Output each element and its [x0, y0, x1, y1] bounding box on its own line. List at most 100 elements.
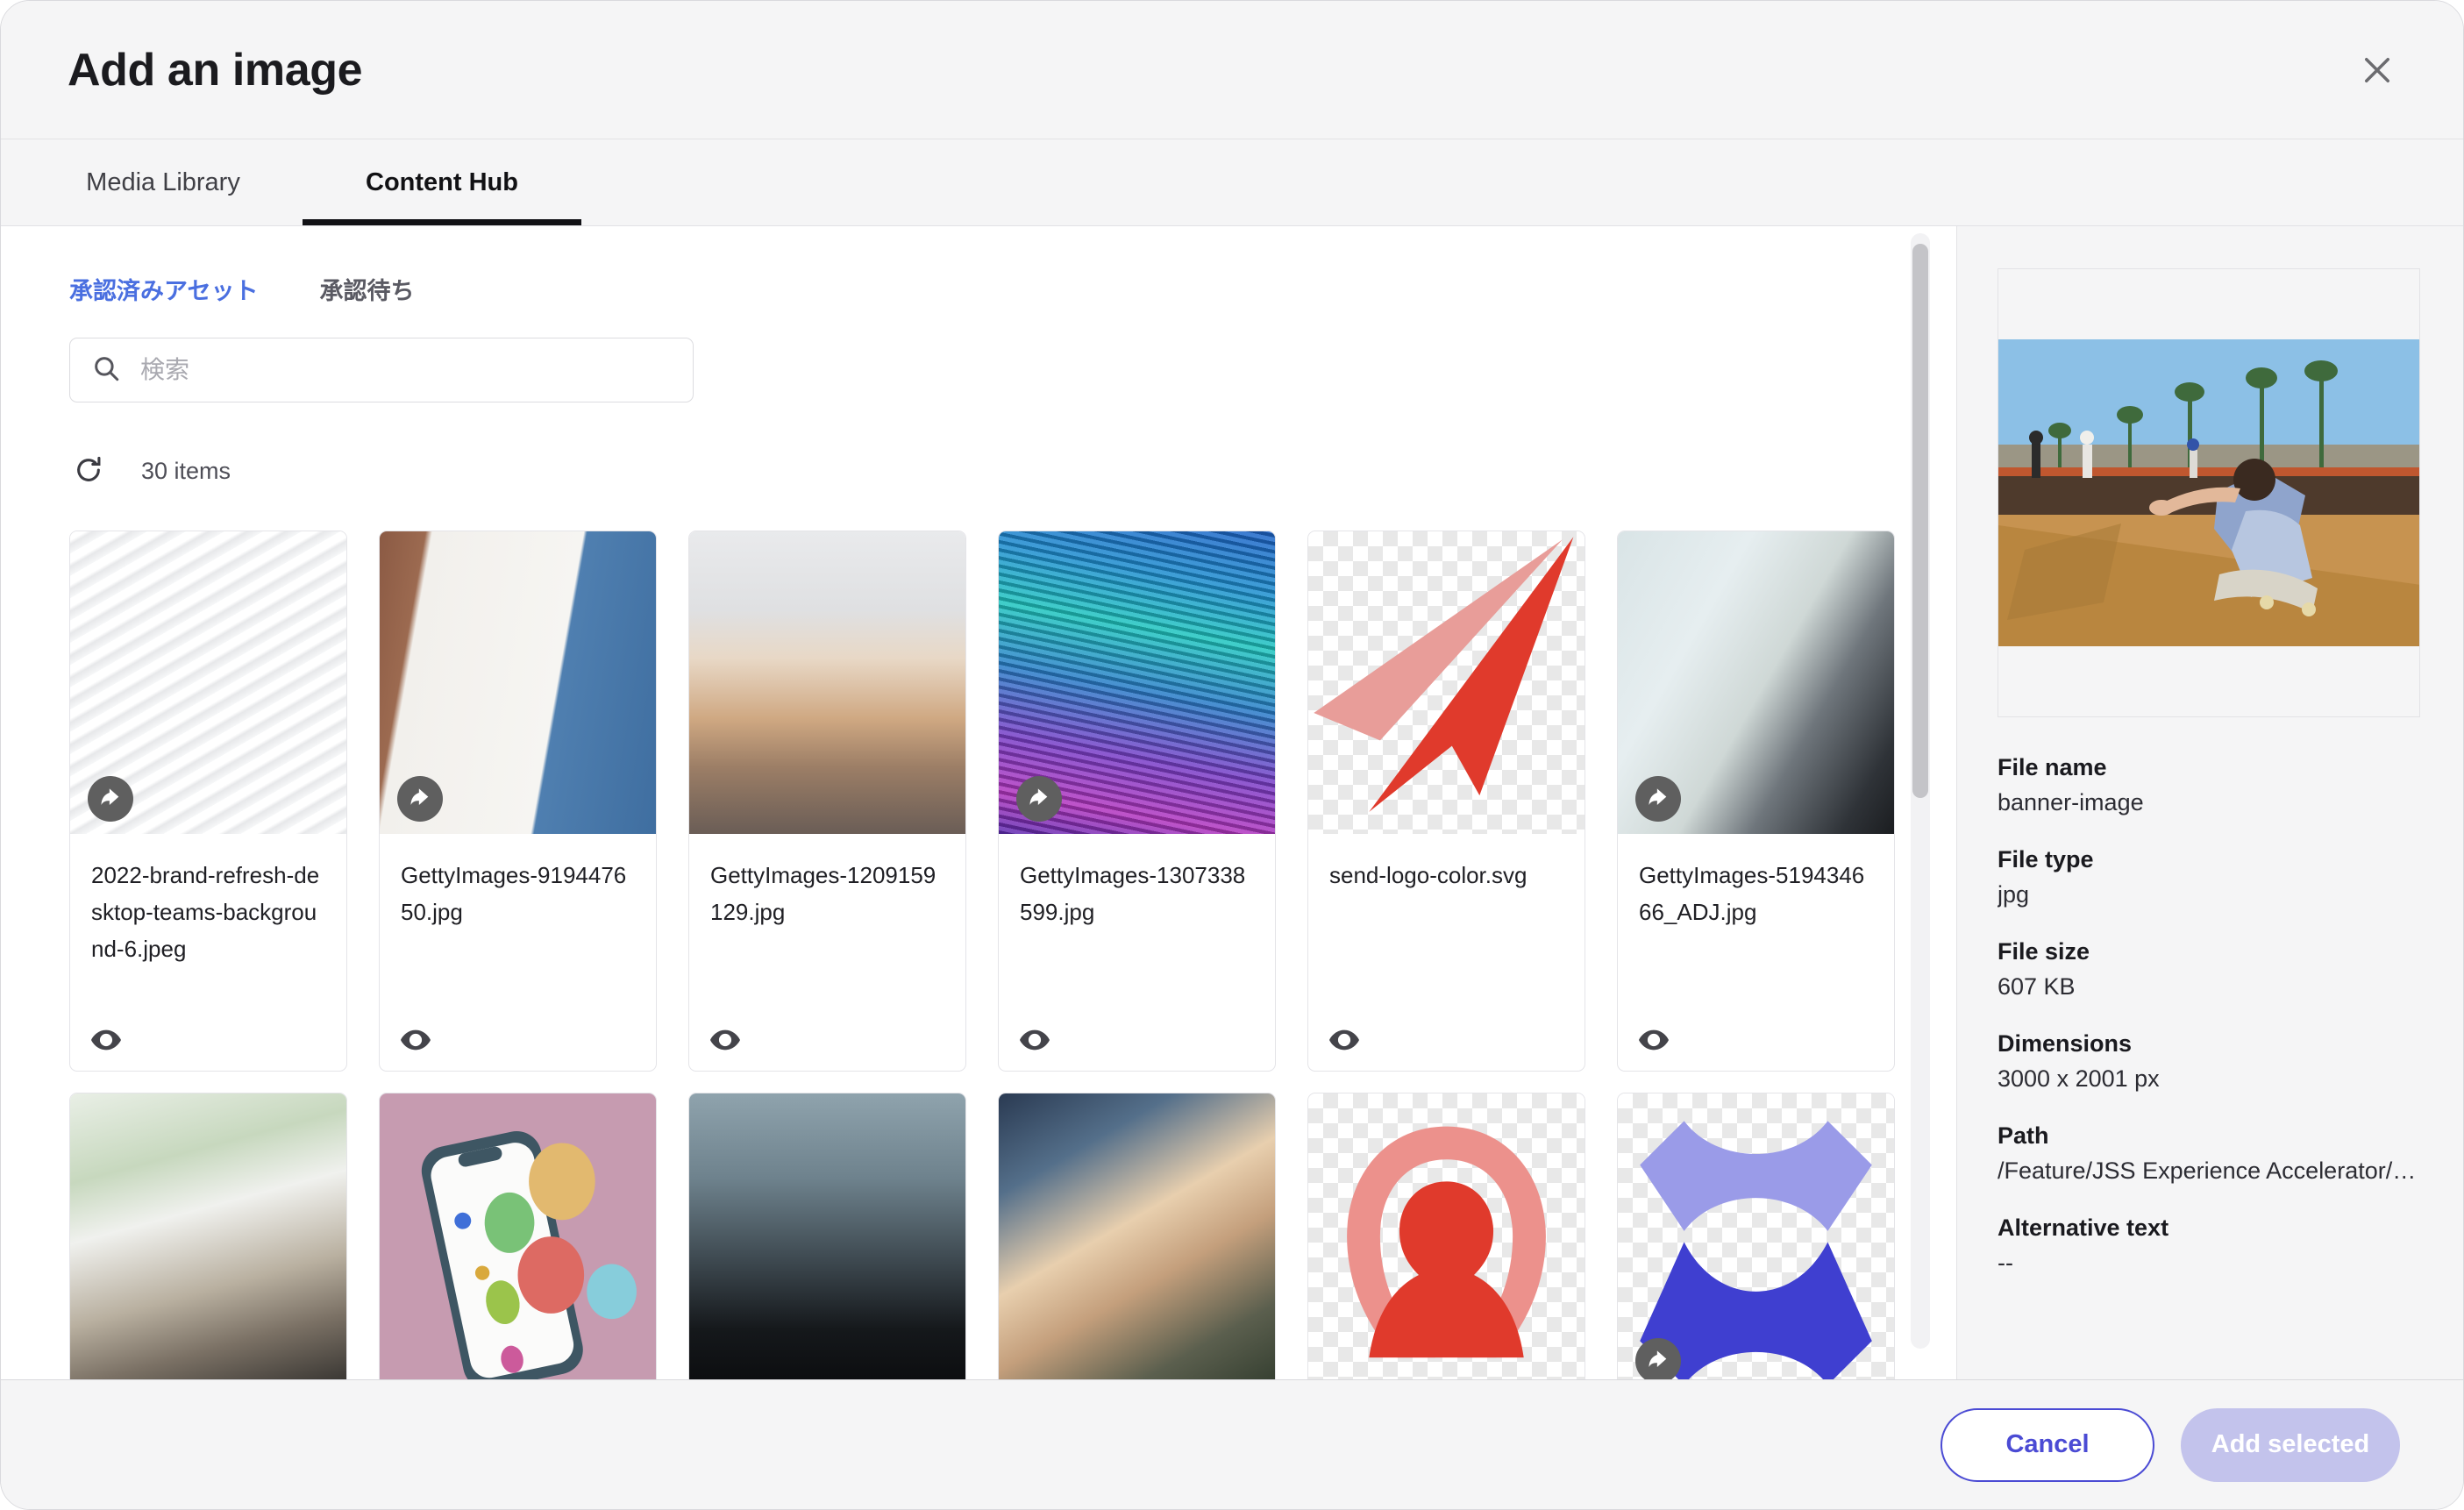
detail-value: /Feature/JSS Experience Accelerator/Basi…	[1998, 1157, 2419, 1184]
detail-field: File type jpg	[1998, 846, 2419, 908]
eye-icon	[1639, 1029, 1669, 1053]
asset-card[interactable]	[69, 1093, 347, 1379]
preview-button[interactable]	[91, 1022, 126, 1053]
eye-icon	[1329, 1029, 1359, 1053]
preview-button[interactable]	[1329, 1022, 1364, 1053]
asset-card[interactable]: 2022-brand-refresh-desktop-teams-backgro…	[69, 531, 347, 1072]
add-selected-button[interactable]: Add selected	[2181, 1407, 2400, 1482]
asset-card[interactable]: GettyImages-519434666_ADJ.jpg	[1617, 531, 1895, 1072]
preview-button[interactable]	[401, 1022, 436, 1053]
asset-browser: 承認済みアセット 承認待ち 検索 30 items 2022-brand-ref…	[1, 226, 1956, 1379]
asset-file-name: 2022-brand-refresh-desktop-teams-backgro…	[91, 862, 320, 962]
asset-card-meta: GettyImages-1307338599.jpg	[999, 834, 1275, 1071]
asset-card[interactable]	[998, 1093, 1276, 1379]
share-icon[interactable]	[1016, 776, 1062, 822]
asset-card-meta: GettyImages-919447650.jpg	[380, 834, 656, 1071]
asset-card[interactable]: GettyImages-919447650.jpg	[379, 531, 657, 1072]
thumbnail-art	[1308, 531, 1585, 834]
send-logo-icon	[1314, 537, 1574, 812]
refresh-button[interactable]	[69, 452, 108, 490]
result-count-row: 30 items	[69, 448, 1904, 494]
subtab-pending-approval[interactable]: 承認待ち	[319, 272, 414, 306]
close-icon	[2359, 52, 2396, 89]
thumbnail-art	[70, 1093, 346, 1379]
detail-label: Path	[1998, 1122, 2049, 1149]
preview-button[interactable]	[1020, 1022, 1055, 1053]
detail-label: File name	[1998, 754, 2107, 780]
asset-card-meta: 2022-brand-refresh-desktop-teams-backgro…	[70, 834, 346, 1071]
tab-media-library[interactable]: Media Library	[24, 139, 303, 225]
search-container[interactable]	[69, 338, 694, 402]
asset-file-name: GettyImages-519434666_ADJ.jpg	[1639, 862, 1865, 925]
detail-field: File name banner-image	[1998, 754, 2419, 816]
add-image-dialog: Add an image Media Library Content Hub 承…	[0, 0, 2464, 1510]
asset-card[interactable]: GettyImages-1307338599.jpg	[998, 531, 1276, 1072]
asset-thumbnail	[70, 1093, 346, 1379]
detail-value: 3000 x 2001 px	[1998, 1065, 2160, 1092]
detail-value: jpg	[1998, 881, 2030, 908]
asset-thumbnail	[1618, 1093, 1894, 1379]
detail-field: File size 607 KB	[1998, 938, 2419, 1001]
tab-content-hub[interactable]: Content Hub	[303, 139, 581, 225]
asset-preview-box	[1998, 268, 2420, 717]
eye-icon	[710, 1029, 740, 1053]
dialog-header: Add an image	[1, 1, 2463, 139]
share-icon[interactable]	[1635, 776, 1681, 822]
close-button[interactable]	[2346, 39, 2409, 102]
search-input[interactable]	[140, 356, 672, 384]
eye-icon	[401, 1029, 431, 1053]
detail-label: File type	[1998, 846, 2094, 873]
asset-card-meta: send-logo-color.svg	[1308, 834, 1585, 1071]
asset-card[interactable]: send-logo-color.svg	[1307, 531, 1585, 1072]
asset-thumbnail	[380, 531, 656, 834]
asset-card-meta: GettyImages-1209159129.jpg	[689, 834, 965, 1071]
asset-thumbnail	[1308, 531, 1585, 834]
asset-card[interactable]: GettyImages-1209159129.jpg	[688, 531, 966, 1072]
subtab-approved-assets[interactable]: 承認済みアセット	[69, 272, 258, 306]
asset-thumbnail	[70, 531, 346, 834]
asset-card[interactable]	[1617, 1093, 1895, 1379]
asset-card[interactable]	[379, 1093, 657, 1379]
bowtie-logo-icon	[1640, 1121, 1872, 1379]
preview-button[interactable]	[1639, 1022, 1674, 1053]
asset-file-name: GettyImages-1209159129.jpg	[710, 862, 936, 925]
detail-label: Dimensions	[1998, 1030, 2133, 1057]
grid-scrollbar-track[interactable]	[1911, 233, 1930, 1349]
approval-filter-tabs: 承認済みアセット 承認待ち	[45, 272, 1904, 306]
asset-thumbnail	[689, 1093, 965, 1379]
cancel-button[interactable]: Cancel	[1941, 1407, 2154, 1482]
detail-value: --	[1998, 1250, 2013, 1276]
detail-label: File size	[1998, 938, 2090, 965]
detail-field: Alternative text --	[1998, 1214, 2419, 1277]
subtab-label: 承認済みアセット	[69, 278, 259, 304]
share-icon[interactable]	[397, 776, 443, 822]
preview-button[interactable]	[710, 1022, 745, 1053]
refresh-icon	[74, 455, 103, 488]
asset-card[interactable]	[688, 1093, 966, 1379]
asset-thumbnail	[1618, 531, 1894, 834]
asset-card[interactable]	[1307, 1093, 1585, 1379]
asset-details-panel: File name banner-image File type jpg Fil…	[1956, 226, 2463, 1379]
thumbnail-art	[999, 1093, 1275, 1379]
share-icon[interactable]	[1635, 1338, 1681, 1379]
share-icon[interactable]	[88, 776, 133, 822]
eye-icon	[1020, 1029, 1050, 1053]
detail-field: Dimensions 3000 x 2001 px	[1998, 1030, 2419, 1093]
thumbnail-art	[1618, 1093, 1894, 1379]
asset-thumbnail	[689, 531, 965, 834]
cancel-button-label: Cancel	[2005, 1430, 2090, 1458]
detail-label: Alternative text	[1998, 1214, 2169, 1241]
grid-scrollbar-thumb[interactable]	[1912, 244, 1928, 798]
dialog-body: 承認済みアセット 承認待ち 検索 30 items 2022-brand-ref…	[1, 226, 2463, 1379]
thumbnail-art	[689, 531, 965, 834]
asset-thumbnail	[999, 1093, 1275, 1379]
item-count-label: 30 items	[141, 457, 231, 484]
detail-value: 607 KB	[1998, 973, 2076, 1000]
asset-grid-scroll[interactable]: 2022-brand-refresh-desktop-teams-backgro…	[69, 531, 1904, 1379]
page-title: Add an image	[68, 44, 363, 96]
thumbnail-art	[380, 1093, 656, 1379]
thumbnail-art	[1308, 1093, 1585, 1379]
tab-label: Content Hub	[366, 167, 518, 196]
tab-label: Media Library	[86, 167, 240, 196]
asset-thumbnail	[999, 531, 1275, 834]
